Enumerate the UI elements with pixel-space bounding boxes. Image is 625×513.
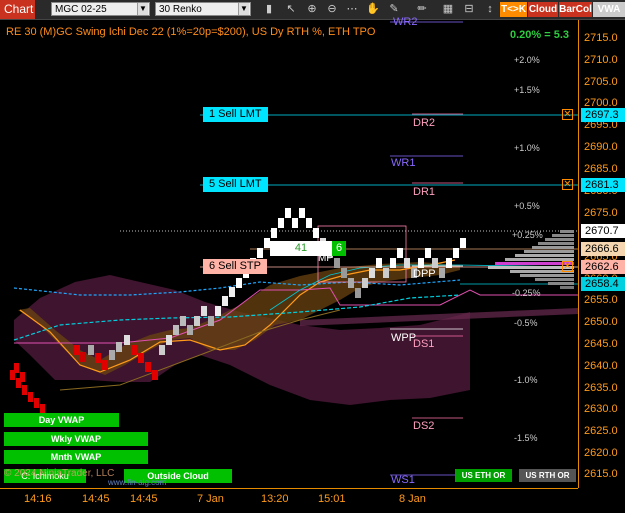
time-tick: 14:45 (130, 493, 158, 505)
level-wr1: WR1 (391, 157, 416, 169)
pct-readout: 0.20% = 5.3 (510, 29, 570, 41)
position-qty[interactable]: 41 (270, 241, 332, 256)
indicator-icon[interactable]: ↕ (483, 2, 497, 16)
chart-tab[interactable]: Chart (0, 0, 35, 19)
time-tick: 14:45 (82, 493, 110, 505)
eth-or-button[interactable]: US ETH OR (455, 469, 512, 482)
cursor-icon[interactable]: ↖ (284, 2, 298, 16)
price-axis[interactable]: 2715.0 2710.0 2705.0 2700.0 2695.0 2690.… (578, 20, 625, 488)
price-tick: 2710.0 (584, 54, 618, 66)
chart-title: RE 30 (M)GC Swing Ichi Dec 22 (1%=20p=$2… (6, 26, 376, 38)
chevron-down-icon: ▼ (137, 3, 148, 15)
time-tick: 13:20 (261, 493, 289, 505)
level-dpp: DPP (413, 268, 436, 280)
hand-icon[interactable]: ✋ (366, 2, 380, 16)
pencil-icon[interactable]: ✏ (415, 2, 429, 16)
order-sell5-button[interactable]: 5 Sell LMT (203, 177, 268, 192)
level-wr2: WR2 (393, 16, 418, 28)
level-ws1: WS1 (391, 474, 415, 486)
time-tick: 15:01 (318, 493, 346, 505)
rth-or-button[interactable]: US RTH OR (519, 469, 576, 482)
price-tag-last: 2670.7 (581, 224, 625, 238)
order-sell1-button[interactable]: 1 Sell LMT (203, 107, 268, 122)
pct-level: -1.5% (514, 433, 538, 443)
price-tick: 2685.0 (584, 163, 618, 175)
level-dr1: DR1 (413, 186, 436, 198)
level-ds1: DS1 (413, 338, 435, 350)
pct-level: +1.0% (514, 143, 540, 153)
price-tick: 2625.0 (584, 425, 618, 437)
pct-level: +2.0% (514, 55, 540, 65)
bar-type-select[interactable]: 30 Renko ▼ (155, 2, 251, 16)
vwap-button[interactable]: VWA (593, 2, 625, 17)
price-tick: 2690.0 (584, 141, 618, 153)
price-tick: 2705.0 (584, 76, 618, 88)
close-icon[interactable]: ✕ (562, 109, 573, 120)
price-tick: 2640.0 (584, 360, 618, 372)
price-tick: 2715.0 (584, 32, 618, 44)
grid-icon[interactable]: ▦ (441, 2, 455, 16)
price-tick: 2655.0 (584, 294, 618, 306)
price-tick: 2615.0 (584, 468, 618, 480)
strategy-icon[interactable]: ✎ (387, 2, 401, 16)
price-tag-sell1: 2697.3 (581, 108, 625, 122)
zoom-in-icon[interactable]: ⊕ (305, 2, 319, 16)
price-tick: 2650.0 (584, 316, 618, 328)
pct-level: -1.0% (514, 375, 538, 385)
level-ds2: DS2 (413, 420, 435, 432)
symbol-select[interactable]: MGC 02-25 ▼ (51, 2, 150, 16)
monthly-vwap-button[interactable]: Mnth VWAP (4, 450, 148, 464)
pct-level: -0.25% (512, 288, 541, 298)
time-tick: 7 Jan (197, 493, 224, 505)
pct-level: +0.5% (514, 201, 540, 211)
price-tag-sell5: 2681.3 (581, 178, 625, 192)
order-sell6-button[interactable]: 6 Sell STP (203, 259, 267, 274)
pct-level: -0.5% (514, 318, 538, 328)
symbol-value: MGC 02-25 (55, 4, 107, 15)
close-icon[interactable]: ✕ (562, 179, 573, 190)
lock-icon[interactable]: ⊟ (462, 2, 476, 16)
zoom-out-icon[interactable]: ⊖ (325, 2, 339, 16)
time-tick: 14:16 (24, 493, 52, 505)
position-count[interactable]: 6 (332, 241, 346, 256)
price-tag-level: 2666.6 (581, 242, 625, 256)
price-tick: 2630.0 (584, 403, 618, 415)
price-tick: 2675.0 (584, 207, 618, 219)
time-tick: 8 Jan (399, 493, 426, 505)
bar-type-value: 30 Renko (159, 4, 202, 15)
watermark: www.fin-alg.com (108, 478, 167, 487)
barcol-button[interactable]: BarCol (559, 2, 592, 17)
weekly-vwap-button[interactable]: Wkly VWAP (4, 432, 148, 446)
price-tick: 2620.0 (584, 447, 618, 459)
price-tick: 2635.0 (584, 382, 618, 394)
bar-chart-icon[interactable]: ▮ (262, 2, 276, 16)
price-tag-vwap: 2658.4 (581, 277, 625, 291)
toolbar: Chart MGC 02-25 ▼ 30 Renko ▼ ▮ ↖ ⊕ ⊖ ⋯ ✋… (0, 0, 625, 20)
close-icon[interactable]: ✕ (562, 261, 573, 272)
level-dr2: DR2 (413, 117, 436, 129)
cloud-button[interactable]: Cloud (528, 2, 558, 17)
day-vwap-button[interactable]: Day VWAP (4, 413, 119, 427)
chevron-down-icon: ▼ (238, 3, 249, 15)
price-tick: 2645.0 (584, 338, 618, 350)
copyright: © 2024 NinjaTrader, LLC (4, 468, 115, 479)
trade-button[interactable]: T<>K (500, 2, 527, 17)
pct-level: +1.5% (514, 85, 540, 95)
price-tag-sell6: 2662.6 (581, 260, 625, 274)
pct-level: +0.25% (512, 230, 543, 240)
properties-icon[interactable]: ⋯ (345, 2, 359, 16)
